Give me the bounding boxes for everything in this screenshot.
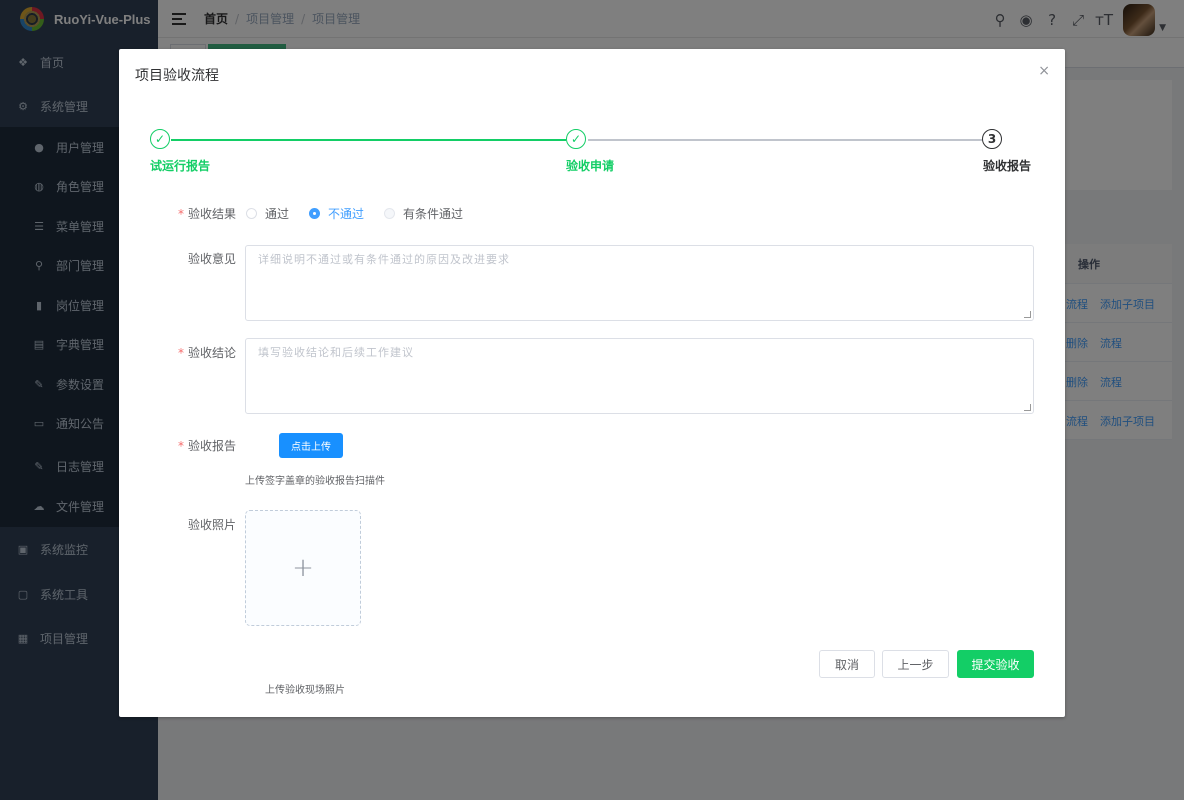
label-text: 验收报告 xyxy=(187,439,236,453)
dialog-title: 项目验收流程 xyxy=(135,68,219,84)
step-number: 3 xyxy=(982,129,1002,149)
opinion-textarea[interactable]: 详细说明不通过或有条件通过的原因及改进要求 xyxy=(245,245,1034,321)
step-title: 试运行报告 xyxy=(150,159,211,173)
step-title: 验收申请 xyxy=(566,159,615,173)
radio-circle-icon[interactable] xyxy=(384,208,396,219)
radio-pass[interactable]: 通过 xyxy=(246,205,289,222)
close-icon[interactable]: × xyxy=(1038,63,1050,79)
step-line-done xyxy=(171,139,566,141)
result-radio-group: 通过 不通过 有条件通过 xyxy=(246,205,483,222)
radio-fail[interactable]: 不通过 xyxy=(309,205,364,222)
conclusion-label: * 验收结论 xyxy=(177,346,236,360)
report-tip: 上传签字盖章的验收报告扫描件 xyxy=(245,476,385,487)
radio-checked-icon[interactable] xyxy=(309,208,321,219)
radio-label: 通过 xyxy=(265,207,290,221)
label-text: 验收结论 xyxy=(187,346,236,360)
steps: ✓ ✓ 3 试运行报告 验收申请 验收报告 xyxy=(119,129,1065,189)
plus-icon: + xyxy=(292,553,314,583)
check-icon: ✓ xyxy=(566,129,586,149)
conclusion-textarea[interactable]: 填写验收结论和后续工作建议 xyxy=(245,338,1034,414)
photo-tip: 上传验收现场照片 xyxy=(265,685,345,696)
radio-conditional[interactable]: 有条件通过 xyxy=(384,205,463,222)
radio-label: 不通过 xyxy=(328,207,365,221)
upload-report-button[interactable]: 点击上传 xyxy=(279,433,343,458)
submit-button[interactable]: 提交验收 xyxy=(957,650,1034,678)
radio-label: 有条件通过 xyxy=(403,207,464,221)
cancel-button[interactable]: 取消 xyxy=(819,650,875,678)
step-line-pending xyxy=(588,139,982,141)
acceptance-dialog: 项目验收流程 × ✓ ✓ 3 试运行报告 验收申请 验收报告 * 验收结果 通过 … xyxy=(119,49,1065,717)
report-label: * 验收报告 xyxy=(177,439,236,453)
result-label: * 验收结果 xyxy=(177,207,236,221)
check-icon: ✓ xyxy=(150,129,170,149)
step-title: 验收报告 xyxy=(983,159,1032,173)
prev-step-button[interactable]: 上一步 xyxy=(882,650,949,678)
photo-upload-card[interactable]: + xyxy=(245,510,361,626)
label-text: 验收结果 xyxy=(187,207,236,221)
opinion-label: 验收意见 xyxy=(187,252,236,266)
photo-label: 验收照片 xyxy=(187,518,236,532)
radio-circle-icon[interactable] xyxy=(246,208,257,219)
